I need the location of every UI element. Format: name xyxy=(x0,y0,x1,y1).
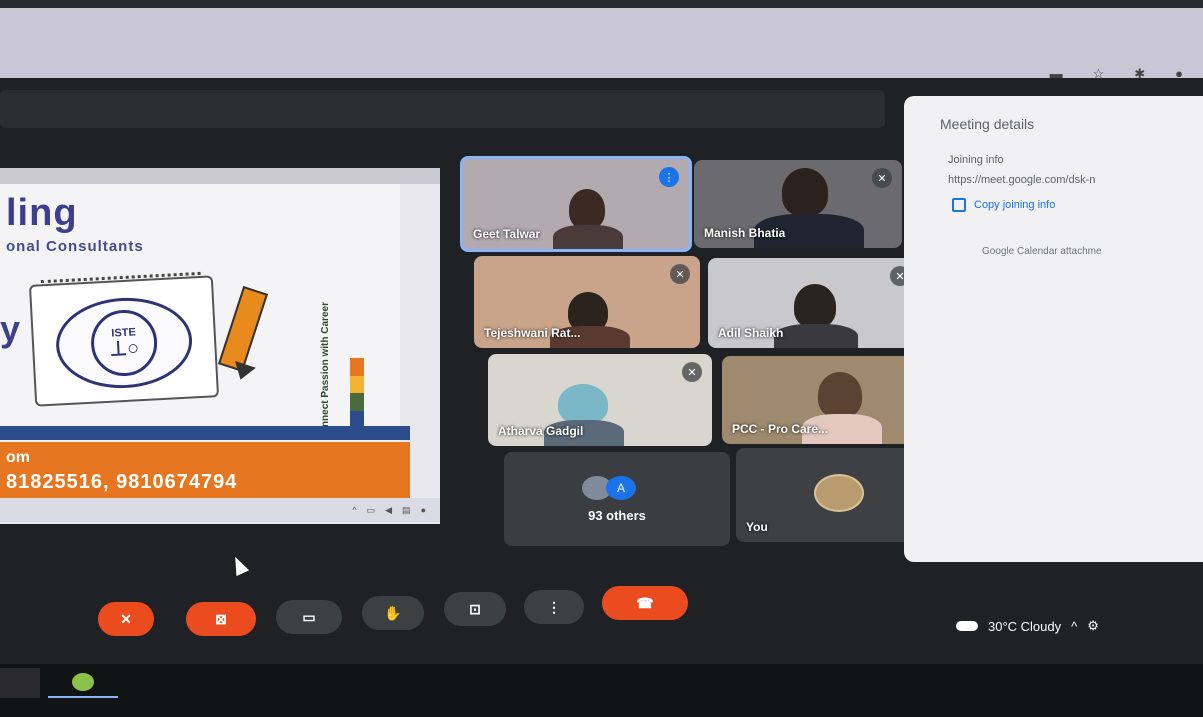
browser-app-icon xyxy=(72,673,94,691)
chevron-up-icon[interactable]: ^ xyxy=(1071,619,1077,634)
mic-toggle-button[interactable]: ✕ xyxy=(98,602,154,636)
logo-notepad: ISTE ⊥○ xyxy=(28,271,220,407)
present-screen-icon: ⊡ xyxy=(469,600,481,617)
network-icon: ▭ xyxy=(366,504,376,515)
mic-off-icon: ✕ xyxy=(670,264,690,284)
participant-tile-others[interactable]: A 93 others xyxy=(504,452,730,546)
weather-text[interactable]: 30°C Cloudy xyxy=(988,619,1061,634)
tray-icon[interactable]: ⚙ xyxy=(1087,618,1099,634)
participant-head xyxy=(794,284,836,328)
captions-icon: ▭ xyxy=(302,608,316,625)
mic-off-icon: ✕ xyxy=(120,610,132,627)
slide-subtitle: onal Consultants xyxy=(6,238,144,255)
captions-button[interactable]: ▭ xyxy=(276,600,342,634)
slide-website: om xyxy=(6,449,30,466)
copy-icon xyxy=(952,198,966,212)
participant-name: Adil Shaikh xyxy=(718,326,784,340)
taskbar-chrome-button[interactable] xyxy=(48,668,118,698)
participant-head xyxy=(782,168,828,216)
presentation-top-bar xyxy=(0,90,885,128)
os-taskbar xyxy=(0,664,1203,717)
others-avatar-stack: A xyxy=(582,476,636,500)
leave-call-button[interactable]: ☎ xyxy=(602,586,688,620)
present-button[interactable]: ⊡ xyxy=(444,592,506,626)
participant-body xyxy=(553,225,623,249)
more-options-button[interactable]: ⋮ xyxy=(524,590,584,624)
panel-title: Meeting details xyxy=(940,116,1035,132)
calendar-attachment-text: Google Calendar attachme xyxy=(982,246,1102,257)
avatar xyxy=(814,474,864,512)
meeting-details-panel: Meeting details Joining info https://mee… xyxy=(904,96,1203,562)
more-vert-icon: ⋮ xyxy=(547,598,561,615)
speaking-indicator-icon: ⋮ xyxy=(659,167,679,187)
participant-tile-pcc[interactable]: PCC - Pro Care... xyxy=(722,356,934,444)
participant-head xyxy=(818,372,862,418)
raise-hand-button[interactable]: ✋ xyxy=(362,596,424,630)
iste-seal-logo: ISTE ⊥○ xyxy=(53,294,195,392)
participant-tile-atharva[interactable]: ✕ Atharva Gadgil xyxy=(488,354,712,446)
color-strip xyxy=(350,358,364,428)
slide-title-fragment: y xyxy=(0,308,21,349)
participant-name: Atharva Gadgil xyxy=(498,424,584,438)
mic-off-icon: ✕ xyxy=(682,362,702,382)
clock-icon: ▤ xyxy=(402,504,411,515)
participant-tile-adil[interactable]: ✕ Adil Shaikh xyxy=(708,258,920,348)
volume-icon: ◀ xyxy=(385,504,393,515)
participant-tile-tejeshwani[interactable]: ✕ Tejeshwani Rat... xyxy=(474,256,700,348)
taskbar-app-button[interactable] xyxy=(0,668,40,698)
copy-joining-info-label: Copy joining info xyxy=(974,199,1056,211)
participant-body xyxy=(774,324,858,348)
slide-phone: 81825516, 9810674794 xyxy=(6,471,238,493)
meeting-url[interactable]: https://meet.google.com/dsk-n xyxy=(948,174,1095,186)
hang-up-icon: ☎ xyxy=(636,594,654,611)
hand-icon: ✋ xyxy=(384,604,402,621)
others-count-label: 93 others xyxy=(588,508,646,523)
participant-head xyxy=(569,189,605,229)
participant-name: Manish Bhatia xyxy=(704,226,786,240)
slide-blue-band xyxy=(0,426,410,440)
participant-name: PCC - Pro Care... xyxy=(732,422,829,436)
logo-emblem-icon: ⊥○ xyxy=(109,337,140,361)
participant-name: You xyxy=(746,520,768,534)
browser-chrome xyxy=(0,8,1203,78)
slide-title: ling xyxy=(6,192,78,234)
copy-joining-info-button[interactable]: Copy joining info xyxy=(952,198,1055,212)
participant-head xyxy=(558,384,608,424)
cloud-weather-icon xyxy=(956,621,978,631)
system-tray: 30°C Cloudy ^ ⚙ xyxy=(956,618,1099,634)
camera-toggle-button[interactable]: ⊠ xyxy=(186,602,256,636)
joining-info-label: Joining info xyxy=(948,154,1004,166)
avatar: A xyxy=(606,476,636,500)
participant-name: Geet Talwar xyxy=(473,227,541,241)
camera-off-icon: ⊠ xyxy=(215,610,227,627)
participant-name: Tejeshwani Rat... xyxy=(484,326,581,340)
slide-window-titlebar xyxy=(0,168,440,184)
notification-icon: ● xyxy=(420,505,426,515)
chevron-up-icon: ^ xyxy=(352,505,357,515)
shared-screen-taskbar: ^ ▭ ◀ ▤ ● xyxy=(0,498,440,522)
mic-off-icon: ✕ xyxy=(872,168,892,188)
shared-screen: ling onal Consultants y ISTE ⊥○ We Conne… xyxy=(0,168,440,524)
participant-tile-manish[interactable]: ✕ Manish Bhatia xyxy=(694,160,902,248)
participant-tile-geet[interactable]: ⋮ Geet Talwar xyxy=(460,156,692,252)
